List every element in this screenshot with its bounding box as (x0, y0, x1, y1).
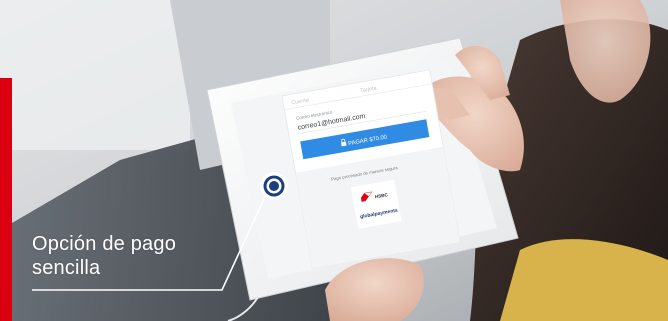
photo-scene: Cuenta Tarjeta Correo electrónico correo… (0, 0, 668, 321)
caption-line-2: sencilla (32, 257, 101, 279)
caption: Opción de pago sencilla (32, 232, 232, 280)
brand-logo-box (350, 179, 402, 229)
caption-line-1: Opción de pago (32, 233, 177, 255)
